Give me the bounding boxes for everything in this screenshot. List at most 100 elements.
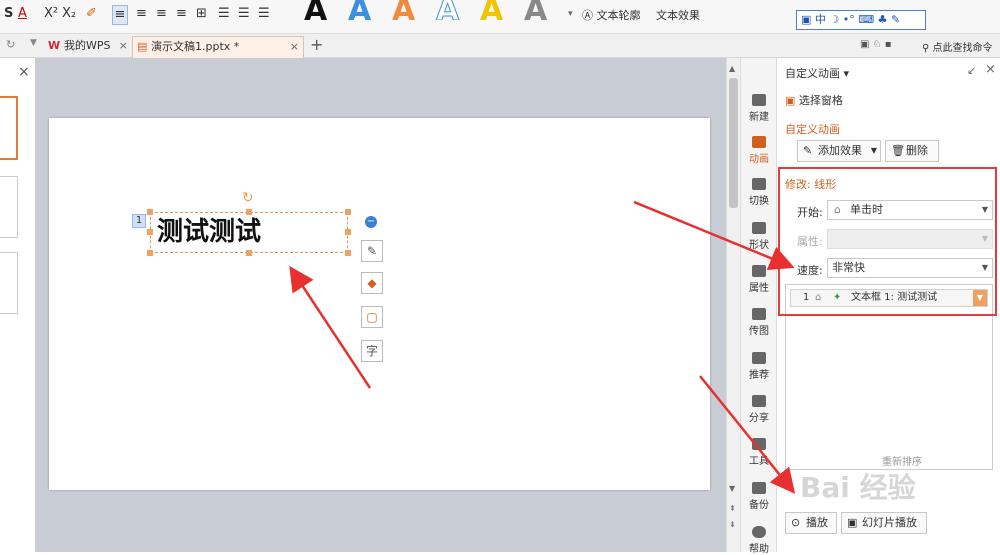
close-icon[interactable]: × (119, 36, 128, 56)
resize-handle[interactable] (345, 250, 351, 256)
image-icon (752, 308, 766, 320)
resize-handle[interactable] (246, 209, 252, 215)
ribbon: S A X² X₂ ✐ ≡ ≡ ≡ ≡ ⊞ ☰ ☰ ☰ AAAAAA ▾ Ⓐ 文… (0, 0, 1000, 34)
ime-logo-icon: ▣ (801, 13, 812, 26)
dropdown-icon[interactable]: ▼ (30, 38, 37, 48)
scroll-down-icon[interactable]: ▼ (729, 484, 735, 493)
new-tab-button[interactable]: + (310, 35, 323, 54)
ppt-file-icon: ▤ (137, 40, 148, 53)
sidebar-item-backup[interactable]: 备份 (741, 482, 777, 511)
slide-thumbnail[interactable] (0, 252, 18, 314)
text-format-icon[interactable]: 字 (361, 340, 383, 362)
sidebar-item-shape[interactable]: 形状 (741, 222, 777, 251)
sidebar-item-help[interactable]: 帮助 (741, 526, 777, 555)
backup-icon (752, 482, 766, 494)
chevron-down-icon: ▼ (870, 146, 877, 155)
text-outline-button[interactable]: Ⓐ 文本轮廓 (582, 7, 641, 25)
watermark: Bai 经验 (800, 471, 916, 504)
delete-button[interactable]: 🗑 删除 (885, 140, 939, 162)
sidebar-item-transition[interactable]: 切换 (741, 178, 777, 207)
sidebar-item-recommend[interactable]: 推荐 (741, 352, 777, 381)
scroll-thumb[interactable] (729, 78, 738, 208)
wordart-style-item[interactable]: A (435, 0, 459, 20)
slideshow-icon: ▣ (847, 516, 858, 529)
resize-handle[interactable] (147, 229, 153, 235)
font-color-button[interactable]: A (18, 5, 27, 23)
wps-logo-icon: W (48, 39, 61, 52)
back-icon[interactable]: ↻ (6, 38, 15, 51)
text-outline-icon: Ⓐ (582, 9, 593, 22)
play-button[interactable]: ⊙ 播放 (785, 512, 837, 534)
text-box[interactable]: 测试测试 (150, 212, 348, 253)
animation-icon (752, 136, 766, 148)
wordart-style-item[interactable]: A (304, 0, 327, 20)
side-toolbar: 新建 动画 切换 形状 属性 传图 推荐 分享 工具 备份 帮助 (740, 58, 777, 555)
fill-color-icon[interactable]: ◆ (361, 272, 383, 294)
line-spacing-icon[interactable]: ☰ (218, 5, 230, 23)
add-effect-button[interactable]: ✎ 添加效果 ▼ (797, 140, 881, 162)
align-left-icon[interactable]: ≡ (112, 5, 128, 25)
resize-handle[interactable] (246, 250, 252, 256)
sidebar-item-new[interactable]: 新建 (741, 94, 777, 123)
ime-toolbar[interactable]: ▣ 中 ☽ •° ⌨ ♣ ✎ (796, 10, 926, 30)
shape-outline-icon[interactable]: ✎ (361, 240, 383, 262)
tab-my-wps[interactable]: W 我的WPS × (46, 36, 132, 58)
line-color-icon[interactable]: ▢ (361, 306, 383, 328)
trash-icon: 🗑 (891, 144, 905, 157)
subscript-button[interactable]: X₂ (62, 5, 76, 23)
wordart-style-item[interactable]: A (348, 0, 371, 20)
resize-handle[interactable] (147, 209, 153, 215)
help-icon (752, 526, 766, 538)
rotate-handle-icon[interactable]: ↻ (242, 190, 254, 206)
superscript-button[interactable]: X² (44, 5, 58, 23)
properties-icon (752, 265, 766, 277)
resize-handle[interactable] (345, 229, 351, 235)
paragraph-spacing-icon[interactable]: ☰ (238, 5, 250, 23)
clear-format-icon[interactable]: ✐ (86, 5, 97, 23)
resize-handle[interactable] (345, 209, 351, 215)
align-right-icon[interactable]: ≡ (156, 5, 167, 23)
sidebar-item-upload-image[interactable]: 传图 (741, 308, 777, 337)
tab-bar: ↻ ▼ W 我的WPS × ▤ 演示文稿1.pptx * × + ▣ ♘ ▪ ⚲… (0, 34, 1000, 58)
wordart-style-item[interactable]: A (524, 0, 547, 20)
search-command[interactable]: ⚲ 点此查找命令 (922, 39, 993, 54)
slide-thumbnail[interactable] (0, 176, 18, 238)
vertical-scrollbar[interactable]: ▲ ▼ ⇞ ⇟ (726, 58, 740, 552)
slide-thumbnail[interactable] (0, 96, 18, 160)
gallery-expand-icon[interactable]: ▾ (568, 5, 573, 23)
justify-icon[interactable]: ≡ (176, 5, 187, 23)
close-panel-icon[interactable]: × (18, 64, 30, 80)
pane-close-icon[interactable]: × (985, 62, 996, 77)
scroll-up-icon[interactable]: ▲ (729, 64, 735, 73)
wordart-gallery[interactable]: AAAAAA (296, 0, 566, 20)
distribute-icon[interactable]: ⊞ (196, 5, 207, 23)
selection-pane-button[interactable]: ▣ 选择窗格 (785, 92, 843, 108)
resize-handle[interactable] (147, 250, 153, 256)
sidebar-item-tools[interactable]: 工具 (741, 438, 777, 467)
align-center-icon[interactable]: ≡ (136, 5, 147, 23)
text-box-content[interactable]: 测试测试 (157, 215, 261, 249)
sidebar-item-properties[interactable]: 属性 (741, 265, 777, 294)
play-icon: ⊙ (791, 516, 801, 529)
sidebar-item-animation[interactable]: 动画 (741, 136, 777, 165)
tab-document[interactable]: ▤ 演示文稿1.pptx * × (132, 36, 304, 58)
tab-tools-icon[interactable]: ▣ ♘ ▪ (860, 39, 892, 50)
pane-dock-icon[interactable]: ↙ (967, 64, 976, 77)
indent-icon[interactable]: ☰ (258, 5, 270, 23)
selection-pane-icon: ▣ (785, 94, 796, 107)
slide[interactable] (49, 118, 710, 490)
text-effect-button[interactable]: 文本效果 (656, 7, 700, 25)
wordart-style-item[interactable]: A (480, 0, 503, 20)
collapse-icon[interactable]: − (365, 216, 377, 228)
animation-order-badge: 1 (132, 214, 146, 228)
prev-slide-icon[interactable]: ⇞ (729, 504, 736, 513)
slideshow-button[interactable]: ▣ 幻灯片播放 (841, 512, 927, 534)
sidebar-item-share[interactable]: 分享 (741, 395, 777, 424)
strikethrough-button[interactable]: S (4, 5, 13, 23)
close-icon[interactable]: × (290, 37, 299, 57)
wordart-style-item[interactable]: A (392, 0, 415, 20)
slide-thumbnails-panel: × (0, 58, 36, 552)
shape-icon (752, 222, 766, 234)
next-slide-icon[interactable]: ⇟ (729, 520, 736, 529)
pane-title-dropdown[interactable]: 自定义动画 ▾ (785, 65, 849, 81)
